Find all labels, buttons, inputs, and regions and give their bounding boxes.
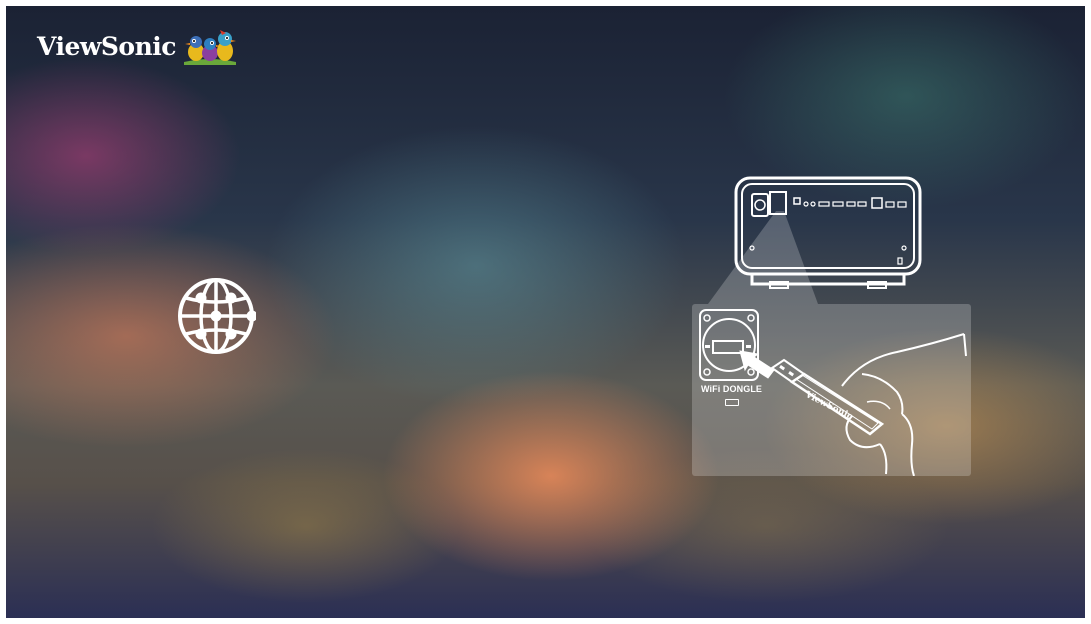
projector-rear-panel-icon bbox=[734, 176, 922, 289]
globe-network-icon bbox=[178, 278, 256, 354]
wifi-dongle-illustration-panel: WiFi DONGLE ViewSonic bbox=[692, 304, 971, 476]
brand-logo-text: ViewSonic bbox=[37, 31, 177, 61]
viewsonic-birds-logo-icon bbox=[184, 30, 237, 65]
wifi-dongle-setup-screen: ViewSonic WiFi DONGLE ViewSonic bbox=[6, 6, 1085, 618]
brand-logo: ViewSonic bbox=[37, 24, 238, 68]
hand-inserting-dongle-icon bbox=[739, 333, 967, 476]
